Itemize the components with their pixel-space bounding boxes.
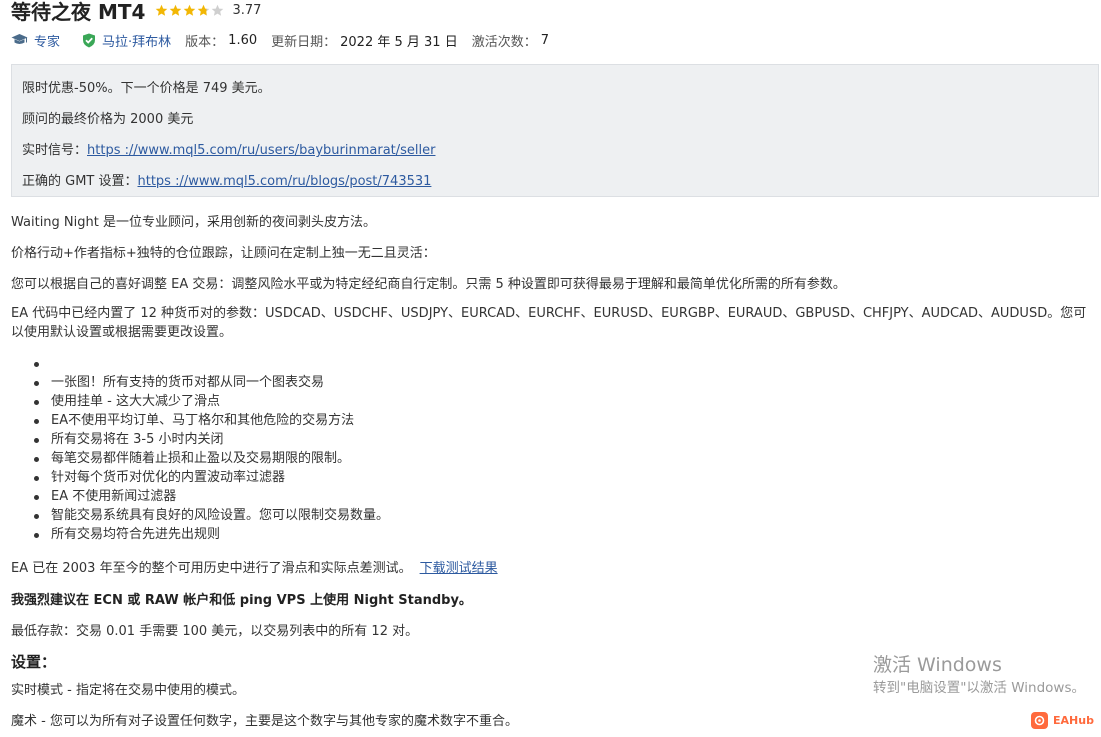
activate-subtitle: 转到"电脑设置"以激活 Windows。 <box>873 680 1085 696</box>
activations-value: 7 <box>540 32 549 48</box>
product-meta: 专家 马拉·拜布林 版本： 1.60 更新日期： 2022 年 5 月 31 日… <box>11 30 549 50</box>
updated-value: 2022 年 5 月 31 日 <box>340 34 458 50</box>
version-value: 1.60 <box>228 32 258 48</box>
product-header: 等待之夜 MT4 3.77 <box>11 0 261 24</box>
star-icon <box>170 4 182 16</box>
description-customization: 您可以根据自己的喜好调整 EA 交易：调整风险水平或为特定经纪商自行定制。只需 … <box>11 277 846 292</box>
windows-activation-watermark: 激活 Windows 转到"电脑设置"以激活 Windows。 <box>873 654 1085 698</box>
promo-line-2: 顾问的最终价格为 2000 美元 <box>22 112 194 127</box>
star-icon <box>198 4 210 16</box>
updated-label: 更新日期： <box>271 34 337 50</box>
product-title: 等待之夜 MT4 <box>11 0 146 24</box>
feature-item: 智能交易系统具有良好的风险设置。您可以限制交易数量。 <box>32 506 389 525</box>
feature-item: EA 不使用新闻过滤器 <box>32 487 389 506</box>
testing-paragraph: EA 已在 2003 年至今的整个可用历史中进行了滑点和实际点差测试。 下载测试结… <box>11 557 498 576</box>
testing-text: EA 已在 2003 年至今的整个可用历史中进行了滑点和实际点差测试。 <box>11 561 412 576</box>
eahub-logo-icon <box>1031 712 1048 729</box>
feature-item: 使用挂单 - 这大大减少了滑点 <box>32 392 389 411</box>
description-intro: Waiting Night 是一位专业顾问，采用创新的夜间剥头皮方法。 <box>11 215 376 230</box>
gmt-label: 正确的 GMT 设置： <box>22 174 138 189</box>
graduation-cap-icon <box>11 33 28 47</box>
feature-item: 所有交易均符合先进先出规则 <box>32 525 389 544</box>
description-pairs: EA 代码中已经内置了 12 种货币对的参数：USDCAD、USDCHF、USD… <box>11 306 1087 340</box>
download-results-link[interactable]: 下载测试结果 <box>420 561 498 576</box>
star-icon <box>156 4 168 16</box>
author-link[interactable]: 马拉·拜布林 <box>102 31 171 50</box>
rating-stars <box>155 4 225 17</box>
promo-box: 限时优惠-50%。下一个价格是 749 美元。 顾问的最终价格为 2000 美元… <box>11 64 1099 197</box>
signal-label: 实时信号： <box>22 143 88 158</box>
recommendation: 我强烈建议在 ECN 或 RAW 帐户和低 ping VPS 上使用 Night… <box>11 593 472 608</box>
feature-item <box>32 354 389 373</box>
eahub-label: EAHub <box>1053 714 1094 727</box>
verified-shield-icon <box>82 33 96 48</box>
feature-list: 一张图！所有支持的货币对都从同一个图表交易 使用挂单 - 这大大减少了滑点 EA不使… <box>32 354 389 544</box>
star-icon <box>184 4 196 16</box>
signal-link[interactable]: https ://www.mql5.com/ru/users/bayburinm… <box>87 143 435 158</box>
star-icon <box>212 4 224 16</box>
rating-value: 3.77 <box>232 2 262 18</box>
feature-item: 每笔交易都伴随着止损和止盈以及交易期限的限制。 <box>32 449 389 468</box>
signal-row: 实时信号：https ://www.mql5.com/ru/users/bayb… <box>22 139 435 158</box>
eahub-watermark: EAHub <box>1031 712 1094 729</box>
description-features-intro: 价格行动+作者指标+独特的仓位跟踪，让顾问在定制上独一无二且灵活： <box>11 246 436 261</box>
feature-item: 针对每个货币对优化的内置波动率过滤器 <box>32 468 389 487</box>
settings-magic: 魔术 - 您可以为所有对子设置任何数字，主要是这个数字与其他专家的魔术数字不重合… <box>11 714 518 729</box>
promo-line-1: 限时优惠-50%。下一个价格是 749 美元。 <box>22 81 271 96</box>
activate-title: 激活 Windows <box>873 654 1002 676</box>
activations-label: 激活次数： <box>471 34 537 50</box>
settings-live-mode: 实时模式 - 指定将在交易中使用的模式。 <box>11 683 245 698</box>
gmt-link[interactable]: https ://www.mql5.com/ru/blogs/post/7435… <box>138 174 432 189</box>
minimum-deposit: 最低存款：交易 0.01 手需要 100 美元，以交易列表中的所有 12 对。 <box>11 624 419 639</box>
settings-heading: 设置： <box>11 653 57 671</box>
feature-item: EA不使用平均订单、马丁格尔和其他危险的交易方法 <box>32 411 389 430</box>
category-link[interactable]: 专家 <box>34 31 60 50</box>
version-label: 版本： <box>185 34 225 50</box>
feature-item: 所有交易将在 3-5 小时内关闭 <box>32 430 389 449</box>
gmt-row: 正确的 GMT 设置：https ://www.mql5.com/ru/blog… <box>22 170 431 189</box>
feature-item: 一张图！所有支持的货币对都从同一个图表交易 <box>32 373 389 392</box>
